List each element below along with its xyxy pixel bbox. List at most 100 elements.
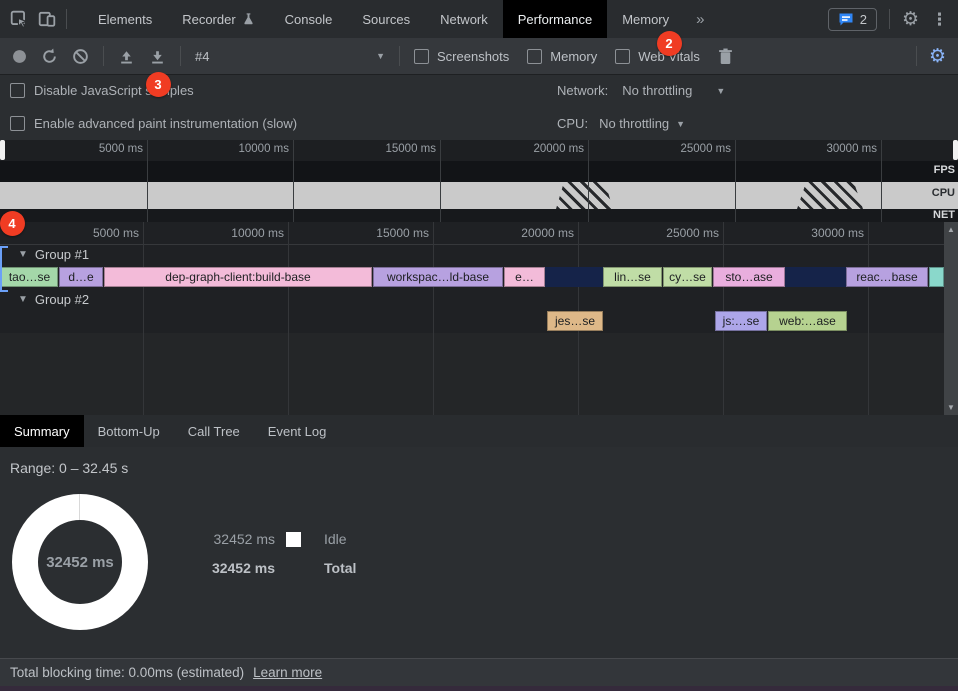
- flame-bar-lin-se[interactable]: lin…se: [603, 267, 662, 287]
- ruler-tick-label: 10000 ms: [210, 226, 284, 240]
- flame-bar-web-ase[interactable]: web:…ase: [768, 311, 847, 331]
- legend-swatch: [286, 532, 301, 547]
- scroll-up-icon[interactable]: ▲: [947, 222, 955, 237]
- overview-gridline: [735, 140, 736, 222]
- load-profile-icon[interactable]: [118, 48, 135, 65]
- chevron-down-icon: ▼: [18, 294, 28, 305]
- profile-select[interactable]: #4 ▼: [195, 49, 385, 64]
- web-vitals-checkbox[interactable]: [615, 49, 630, 64]
- tutorial-badge-4[interactable]: 4: [0, 211, 25, 236]
- flame-bar-reac-base[interactable]: reac…base: [846, 267, 928, 287]
- flame-bar-navy[interactable]: [785, 267, 846, 287]
- settings-gear-icon[interactable]: ⚙: [902, 10, 919, 29]
- flame-bar-d-e[interactable]: d…e: [59, 267, 103, 287]
- tab-label: Network: [440, 12, 488, 27]
- legend-value: 32452 ms: [180, 531, 275, 547]
- overview-gridline: [588, 140, 589, 222]
- net-lane-label: NET: [933, 209, 955, 221]
- details-tab-bottom-up[interactable]: Bottom-Up: [84, 415, 174, 447]
- paint-instrumentation-row: Enable advanced paint instrumentation (s…: [10, 116, 297, 131]
- ruler-tick-label: 10000 ms: [215, 143, 289, 155]
- scroll-down-icon[interactable]: ▼: [947, 400, 955, 415]
- details-tab-call-tree[interactable]: Call Tree: [174, 415, 254, 447]
- tutorial-badge-3[interactable]: 3: [146, 72, 171, 97]
- network-throttling-value[interactable]: No throttling: [622, 83, 692, 98]
- group2-label: Group #2: [35, 292, 89, 307]
- more-tabs-button[interactable]: »: [684, 0, 716, 38]
- flame-bar-workspac-ld-base[interactable]: workspac…ld-base: [373, 267, 503, 287]
- flame-chart[interactable]: 5000 ms10000 ms15000 ms20000 ms25000 ms3…: [0, 222, 958, 415]
- save-profile-icon[interactable]: [149, 48, 166, 65]
- toggle-device-toolbar-icon[interactable]: [38, 10, 56, 28]
- tab-label: Elements: [98, 12, 152, 27]
- customize-menu-icon[interactable]: ⋮: [931, 11, 948, 28]
- disable-js-samples-checkbox[interactable]: [10, 83, 25, 98]
- ruler-tick-label: 5000 ms: [69, 143, 143, 155]
- overview-left-handle[interactable]: [0, 140, 5, 160]
- tab-recorder[interactable]: Recorder: [167, 0, 269, 38]
- tab-sources[interactable]: Sources: [347, 0, 425, 38]
- devtools-tabbar: Elements Recorder Console Sources Network Per…: [0, 0, 958, 39]
- overview-gridline: [440, 140, 441, 222]
- range-label: Range: 0 – 32.45 s: [10, 460, 128, 476]
- flame-vertical-scrollbar[interactable]: ▲ ▼: [944, 222, 958, 415]
- memory-checkbox[interactable]: [527, 49, 542, 64]
- toolbar-checkboxes: Screenshots Memory Web Vitals: [414, 49, 700, 64]
- group1-selection-bracket: [0, 246, 8, 292]
- toolbar-divider: [180, 46, 181, 66]
- tab-label: Console: [285, 12, 333, 27]
- issues-messages-button[interactable]: 2: [828, 8, 877, 31]
- tutorial-badge-2[interactable]: 2: [657, 31, 682, 56]
- details-tab-event-log[interactable]: Event Log: [254, 415, 341, 447]
- flame-bar-navy[interactable]: [545, 267, 603, 287]
- legend-row-idle: 32452 msIdle: [180, 531, 356, 547]
- group2-header[interactable]: ▼ Group #2: [18, 292, 418, 307]
- capture-settings-gear-icon[interactable]: ⚙: [929, 47, 946, 66]
- group2-track: jes…se js:…seweb:…ase: [0, 311, 944, 331]
- tab-label: Sources: [362, 12, 410, 27]
- flame-bar-jes-se[interactable]: jes…se: [547, 311, 603, 331]
- ruler-tick-label: 30000 ms: [803, 143, 877, 155]
- toolbar-check-memory[interactable]: Memory: [527, 49, 597, 64]
- tabbar-divider: [66, 9, 67, 29]
- inspect-element-icon[interactable]: [10, 10, 28, 28]
- clear-button[interactable]: [72, 48, 89, 65]
- messages-count: 2: [860, 12, 867, 27]
- delete-recording-icon[interactable]: [718, 48, 733, 65]
- timeline-overview[interactable]: 5000 ms10000 ms15000 ms20000 ms25000 ms3…: [0, 140, 958, 222]
- tab-network[interactable]: Network: [425, 0, 503, 38]
- network-throttling-row: Network: No throttling ▼: [557, 83, 725, 98]
- flame-bar-dep-graph-client-build-base[interactable]: dep-graph-client:build-base: [104, 267, 372, 287]
- flame-bar-js-se[interactable]: js:…se: [715, 311, 767, 331]
- profile-select-value: #4: [195, 49, 209, 64]
- tab-performance[interactable]: Performance: [503, 0, 607, 38]
- paint-instrumentation-checkbox[interactable]: [10, 116, 25, 131]
- toolbar-check-web-vitals[interactable]: Web Vitals: [615, 49, 700, 64]
- total-blocking-time-text: Total blocking time: 0.00ms (estimated): [10, 665, 244, 680]
- tab-elements[interactable]: Elements: [83, 0, 167, 38]
- reload-and-record-button[interactable]: [41, 48, 58, 65]
- flame-bar-tao-se[interactable]: tao…se: [1, 267, 58, 287]
- fps-lane-label: FPS: [934, 164, 955, 176]
- toolbar-check-screenshots[interactable]: Screenshots: [414, 49, 509, 64]
- flame-bar-teal[interactable]: [929, 267, 944, 287]
- record-button[interactable]: [12, 49, 27, 64]
- details-tab-summary[interactable]: Summary: [0, 415, 84, 447]
- overview-right-handle[interactable]: [953, 140, 958, 160]
- ruler-tick-label: 30000 ms: [790, 226, 864, 240]
- screenshots-checkbox[interactable]: [414, 49, 429, 64]
- cpu-throttling-row: CPU: No throttling ▼: [557, 116, 685, 131]
- chevron-down-icon[interactable]: ▼: [716, 86, 725, 96]
- cpu-throttling-value[interactable]: No throttling: [599, 116, 669, 131]
- group1-label: Group #1: [35, 247, 89, 262]
- chevron-down-icon[interactable]: ▼: [676, 119, 685, 129]
- flame-bar-cy-se[interactable]: cy…se: [663, 267, 712, 287]
- tab-console[interactable]: Console: [270, 0, 348, 38]
- overview-net-lane: [0, 209, 958, 222]
- toolbar-divider: [103, 46, 104, 66]
- group1-header[interactable]: ▼ Group #1: [18, 247, 418, 262]
- flame-bar-e[interactable]: e…: [504, 267, 545, 287]
- learn-more-link[interactable]: Learn more: [253, 665, 322, 680]
- devtools-window: Elements Recorder Console Sources Network Per…: [0, 0, 958, 691]
- flame-bar-sto-ase[interactable]: sto…ase: [713, 267, 785, 287]
